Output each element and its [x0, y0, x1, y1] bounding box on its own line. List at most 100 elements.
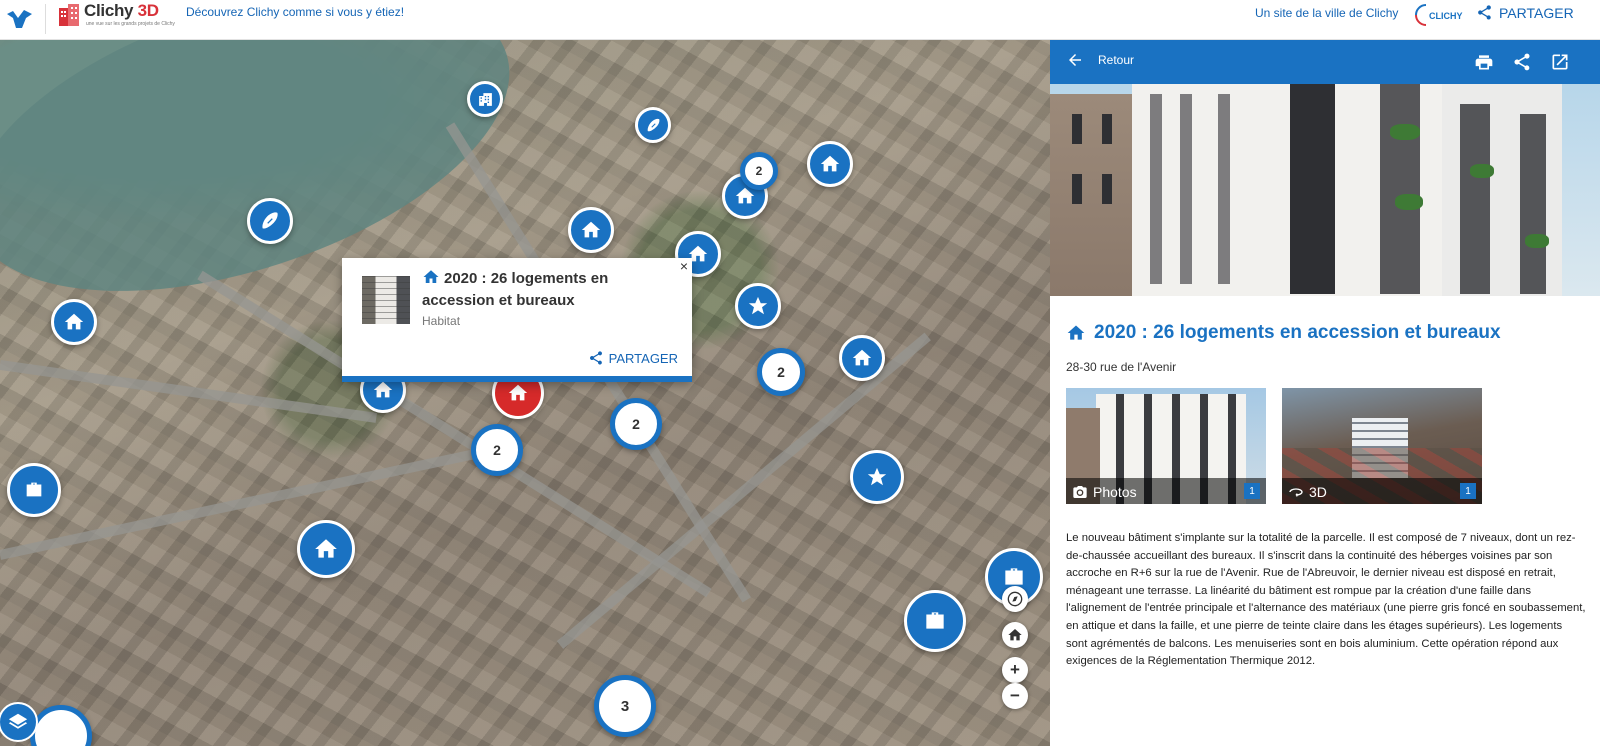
home-icon: [1067, 325, 1085, 340]
map-3d-view[interactable]: 2 2 2 2 3 + − mapbox: [0, 40, 1050, 746]
clichy-city-logo-icon[interactable]: CLICHY: [1412, 2, 1464, 28]
menu-logo-icon[interactable]: [4, 6, 34, 32]
map-pin-building[interactable]: [467, 81, 503, 117]
project-title: 2020 : 26 logements en accession et bure…: [1066, 322, 1501, 344]
clichy3d-logo-icon[interactable]: [58, 4, 80, 26]
map-pin-housing[interactable]: [839, 335, 885, 381]
home-icon: [315, 539, 337, 558]
share-icon: [1514, 53, 1530, 71]
popup-close-button[interactable]: ×: [680, 258, 688, 274]
hero-window: [1520, 114, 1546, 294]
briefcase-icon: [926, 612, 944, 629]
map-pin-housing[interactable]: [51, 299, 97, 345]
open-external-button[interactable]: [1550, 52, 1570, 72]
map-cluster-partial[interactable]: [30, 705, 92, 746]
building-icon: [478, 92, 492, 106]
map-pin-sport[interactable]: [635, 107, 671, 143]
star-icon: [748, 296, 768, 315]
photos-label: Photos: [1072, 484, 1137, 500]
back-label: Retour: [1098, 53, 1135, 67]
reset-view-button[interactable]: [1002, 622, 1028, 648]
map-pin-housing[interactable]: [297, 520, 355, 578]
popup-title-text: 2020 : 26 logements en accession et bure…: [422, 270, 609, 309]
hero-window: [1218, 94, 1230, 284]
map-popup: × 2020 : 26 logements en accession et bu…: [342, 258, 692, 382]
home-icon: [64, 313, 84, 330]
popup-share-label: PARTAGER: [608, 350, 678, 366]
map-pin-housing[interactable]: [807, 141, 853, 187]
hero-window: [1102, 114, 1112, 144]
hero-building: [1050, 94, 1138, 296]
project-description: Le nouveau bâtiment s'implante sur la to…: [1066, 532, 1586, 668]
hero-balcony-plant: [1390, 124, 1420, 140]
top-header: Clichy 3D une vue sur les grands projets…: [0, 0, 1600, 40]
map-pin-favorite[interactable]: [735, 283, 781, 329]
zoom-out-button[interactable]: −: [1002, 683, 1028, 709]
map-road: [0, 360, 377, 423]
brand-main: Clichy: [84, 1, 134, 20]
popup-title[interactable]: 2020 : 26 logements en accession et bure…: [422, 268, 672, 312]
hero-balcony-plant: [1470, 164, 1494, 178]
home-icon: [508, 384, 528, 401]
brand-name[interactable]: Clichy 3D: [84, 1, 159, 21]
popup-thumbnail[interactable]: [362, 276, 410, 324]
view-3d-count-badge: 1: [1460, 483, 1476, 499]
hero-window: [1180, 94, 1192, 284]
map-cluster[interactable]: 2: [471, 424, 523, 476]
home-icon: [852, 349, 872, 366]
arrow-left-icon: [1069, 54, 1081, 66]
photos-count-badge: 1: [1244, 483, 1260, 499]
hero-window: [1380, 84, 1420, 294]
external-link-icon: [1552, 54, 1568, 70]
map-cluster[interactable]: 2: [740, 152, 778, 190]
print-icon: [1475, 55, 1493, 70]
hero-window: [1460, 104, 1490, 294]
football-icon: [262, 212, 278, 229]
header-share-button[interactable]: PARTAGER: [1476, 4, 1574, 21]
map-pin-sport[interactable]: [247, 198, 293, 244]
star-icon: [867, 467, 887, 486]
photos-label-text: Photos: [1093, 484, 1137, 500]
photos-gallery-card[interactable]: Photos 1: [1066, 388, 1266, 504]
compass-button[interactable]: [1002, 586, 1028, 612]
share-icon: [1478, 5, 1491, 20]
hero-balcony-plant: [1395, 194, 1423, 210]
home-icon: [423, 270, 439, 283]
project-hero-image[interactable]: [1050, 84, 1600, 296]
map-cluster[interactable]: 2: [610, 398, 662, 450]
map-cluster[interactable]: 3: [594, 675, 656, 737]
layers-icon: [8, 713, 28, 729]
camera-icon: [1073, 486, 1087, 498]
popup-category: Habitat: [422, 314, 461, 328]
brand-accent: 3D: [137, 1, 159, 20]
map-pin-housing[interactable]: [568, 207, 614, 253]
home-icon: [373, 381, 393, 398]
hero-window: [1102, 174, 1112, 204]
view-3d-label: 3D: [1288, 484, 1327, 500]
hero-window: [1072, 174, 1082, 204]
hero-window: [1150, 94, 1162, 284]
football-icon: [647, 118, 659, 131]
home-icon: [581, 221, 601, 238]
panel-share-button[interactable]: [1512, 52, 1532, 72]
map-pin-business[interactable]: [904, 590, 966, 652]
city-site-link[interactable]: Un site de la ville de Clichy: [1255, 6, 1398, 20]
project-title-text: 2020 : 26 logements en accession et bure…: [1094, 322, 1501, 343]
print-button[interactable]: [1474, 52, 1494, 72]
view-3d-card[interactable]: 3D 1: [1282, 388, 1482, 504]
briefcase-icon: [26, 482, 42, 497]
rotate-3d-icon: [1289, 488, 1303, 497]
share-icon: [589, 351, 602, 365]
zoom-in-button[interactable]: +: [1002, 657, 1028, 683]
hero-window: [1290, 84, 1335, 294]
map-cluster[interactable]: 2: [757, 348, 805, 396]
header-tagline: Découvrez Clichy comme si vous y étiez!: [186, 5, 405, 19]
back-button[interactable]: Retour: [1066, 51, 1134, 69]
popup-share-button[interactable]: PARTAGER: [588, 350, 678, 366]
header-divider: [45, 4, 46, 34]
map-pin-business[interactable]: [7, 463, 61, 517]
project-address: 28-30 rue de l'Avenir: [1066, 360, 1177, 374]
map-pin-favorite[interactable]: [850, 450, 904, 504]
view-3d-label-text: 3D: [1309, 484, 1327, 500]
panel-toolbar: Retour: [1050, 40, 1600, 84]
